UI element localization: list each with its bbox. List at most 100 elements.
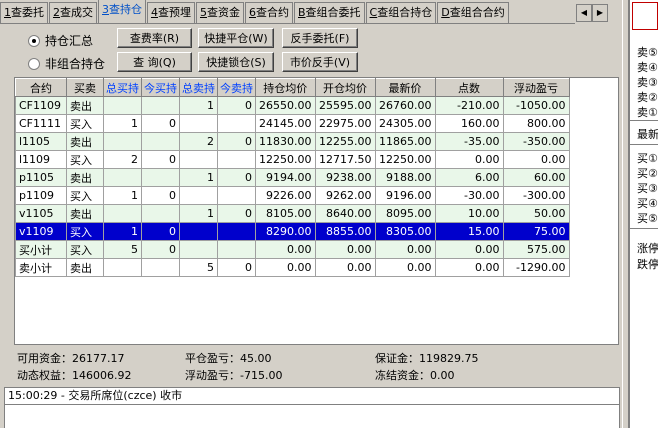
table-cell [141,96,180,115]
table-cell: -30.00 [434,186,504,205]
ask-level-label: 卖① [637,106,658,119]
table-cell: 25595.00 [314,96,376,115]
table-row[interactable]: l1109 买入 2 0 12250.00 12717.50 12250.00 0.00 0.0… [15,150,570,169]
table-cell [217,222,256,241]
column-header[interactable]: 开仓均价 [314,78,376,97]
table-cell [141,168,180,187]
radio-summary[interactable]: 持仓汇总 [28,32,93,49]
column-header[interactable]: 最新价 [374,78,436,97]
float-pl-label: 浮动盈亏： [185,369,240,382]
frozen-funds-label: 冻结资金： [375,369,430,382]
table-cell: 8640.00 [314,204,376,223]
tab-4[interactable]: 5查资金 [196,2,244,23]
bid-level-label: 买① [637,152,658,165]
column-header[interactable]: 持仓均价 [255,78,316,97]
float-pl: 浮动盈亏：-715.00 [185,367,282,383]
tab-0[interactable]: 1查委托 [0,2,48,23]
reverse-order-button[interactable]: 反手委托(F) [282,28,358,48]
tab-hotkey: 2 [53,6,60,19]
tab-5[interactable]: 6查合约 [245,2,293,23]
float-pl-value: -715.00 [240,369,283,382]
table-row[interactable]: p1109 买入 1 0 9226.00 9262.00 9196.00 -30.00 -300… [15,186,570,205]
quick-close-button[interactable]: 快捷平仓(W) [198,28,274,48]
table-cell: 0.00 [502,150,570,169]
tab-6[interactable]: B查组合委托 [294,2,365,23]
table-row[interactable]: v1109 买入 1 0 8290.00 8855.00 8305.00 15.00 75.00 [15,222,570,241]
quick-lock-button[interactable]: 快捷锁仓(S) [198,52,274,72]
table-cell: 12250.00 [255,150,316,169]
column-header[interactable]: 合约 [15,78,67,97]
table-cell: 买入 [66,186,104,205]
column-header[interactable]: 买卖 [66,78,104,97]
table-cell: -1290.00 [502,258,570,277]
limit-down-label: 跌停 [637,258,658,271]
tab-7[interactable]: C查组合持仓 [365,2,437,23]
panel-splitter[interactable] [622,0,629,428]
column-header[interactable]: 今买持 [141,78,180,97]
radio-non-combo[interactable]: 非组合持仓 [28,55,105,72]
positions-table: 合约 买卖 总买持 今买持 总卖持 今卖持 持仓均价 开仓均价 最新价 点数 浮动盈亏 CF1109… [15,78,570,277]
table-cell: 24305.00 [374,114,436,133]
column-header[interactable]: 总卖持 [179,78,218,97]
tab-1[interactable]: 2查成交 [49,2,97,23]
dynamic-equity: 动态权益：146006.92 [17,367,132,383]
table-row[interactable]: l1105 卖出 2 0 11830.00 12255.00 11865.00 -35.00-… [15,132,570,151]
tab-2[interactable]: 3查持仓 [98,0,146,23]
tab-label: 查成交 [60,6,93,19]
tab-8[interactable]: D查组合合约 [437,2,509,23]
table-cell: CF1111 [15,114,67,133]
query-button[interactable]: 查 询(Q) [117,52,192,72]
status-log-area [4,405,620,428]
tab-scroll-arrows: ◀ ▶ [576,4,608,22]
table-cell: 11830.00 [255,132,316,151]
table-cell: 0.00 [434,240,504,259]
table-cell [103,132,142,151]
column-header[interactable]: 点数 [434,78,504,97]
available-funds-value: 26177.17 [72,352,125,365]
radio-on-icon[interactable] [28,34,40,47]
table-row[interactable]: 买小计 买入 5 0 0.00 0.00 0.00 0.00 575.00 [15,240,570,259]
column-header[interactable]: 总买持 [103,78,142,97]
table-cell: 1 [103,222,142,241]
table-cell: 1 [179,96,218,115]
table-cell: 卖出 [66,96,104,115]
scroll-right-icon[interactable]: ▶ [592,4,608,22]
table-cell: 买入 [66,240,104,259]
quote-header-box [632,2,658,30]
margin-value: 119829.75 [419,352,479,365]
table-cell: 8095.00 [374,204,436,223]
table-cell: 1 [179,204,218,223]
radio-off-icon[interactable] [28,57,40,70]
dynamic-equity-value: 146006.92 [72,369,132,382]
column-header[interactable]: 今卖持 [217,78,256,97]
table-cell: 11865.00 [374,132,436,151]
market-reverse-button[interactable]: 市价反手(V) [282,52,358,72]
column-header[interactable]: 浮动盈亏 [502,78,570,97]
table-row[interactable]: p1105 卖出 1 0 9194.00 9238.00 9188.00 6.00 60.00 [15,168,570,187]
table-cell: 卖出 [66,204,104,223]
tab-3[interactable]: 4查预埋 [147,2,195,23]
fee-rate-button[interactable]: 查费率(R) [117,28,192,48]
table-cell: 24145.00 [255,114,316,133]
table-cell [217,114,256,133]
tab-hotkey: 1 [4,6,11,19]
table-row[interactable]: 卖小计 卖出 5 0 0.00 0.00 0.00 0.00 -1290.00 [15,258,570,277]
margin: 保证金：119829.75 [375,350,479,366]
table-cell: 8305.00 [374,222,436,241]
table-cell: 卖小计 [15,258,67,277]
ask-level-label: 卖③ [637,76,658,89]
table-cell: 10.00 [434,204,504,223]
positions-grid[interactable]: 合约 买卖 总买持 今买持 总卖持 今卖持 持仓均价 开仓均价 最新价 点数 浮动盈亏 CF1109… [14,77,619,345]
scroll-left-icon[interactable]: ◀ [576,4,592,22]
table-cell [217,240,256,259]
table-row[interactable]: CF1109 卖出 1 0 26550.00 25595.00 26760.00 -210.0… [15,96,570,115]
table-cell: 1 [103,114,142,133]
table-cell: 0 [217,168,256,187]
table-row[interactable]: v1105 卖出 1 0 8105.00 8640.00 8095.00 10.00 50.00 [15,204,570,223]
table-cell: 9188.00 [374,168,436,187]
table-row[interactable]: CF1111 买入 1 0 24145.00 22975.00 24305.00 160.00… [15,114,570,133]
table-cell: -300.00 [502,186,570,205]
tab-hotkey: 6 [249,6,256,19]
tab-label: 查组合委托 [305,6,361,19]
quote-panel: 卖⑤ 卖④ 卖③ 卖② 卖① 最新 买① 买② 买③ 买④ 买⑤ 涨停 跌停 [629,0,658,428]
